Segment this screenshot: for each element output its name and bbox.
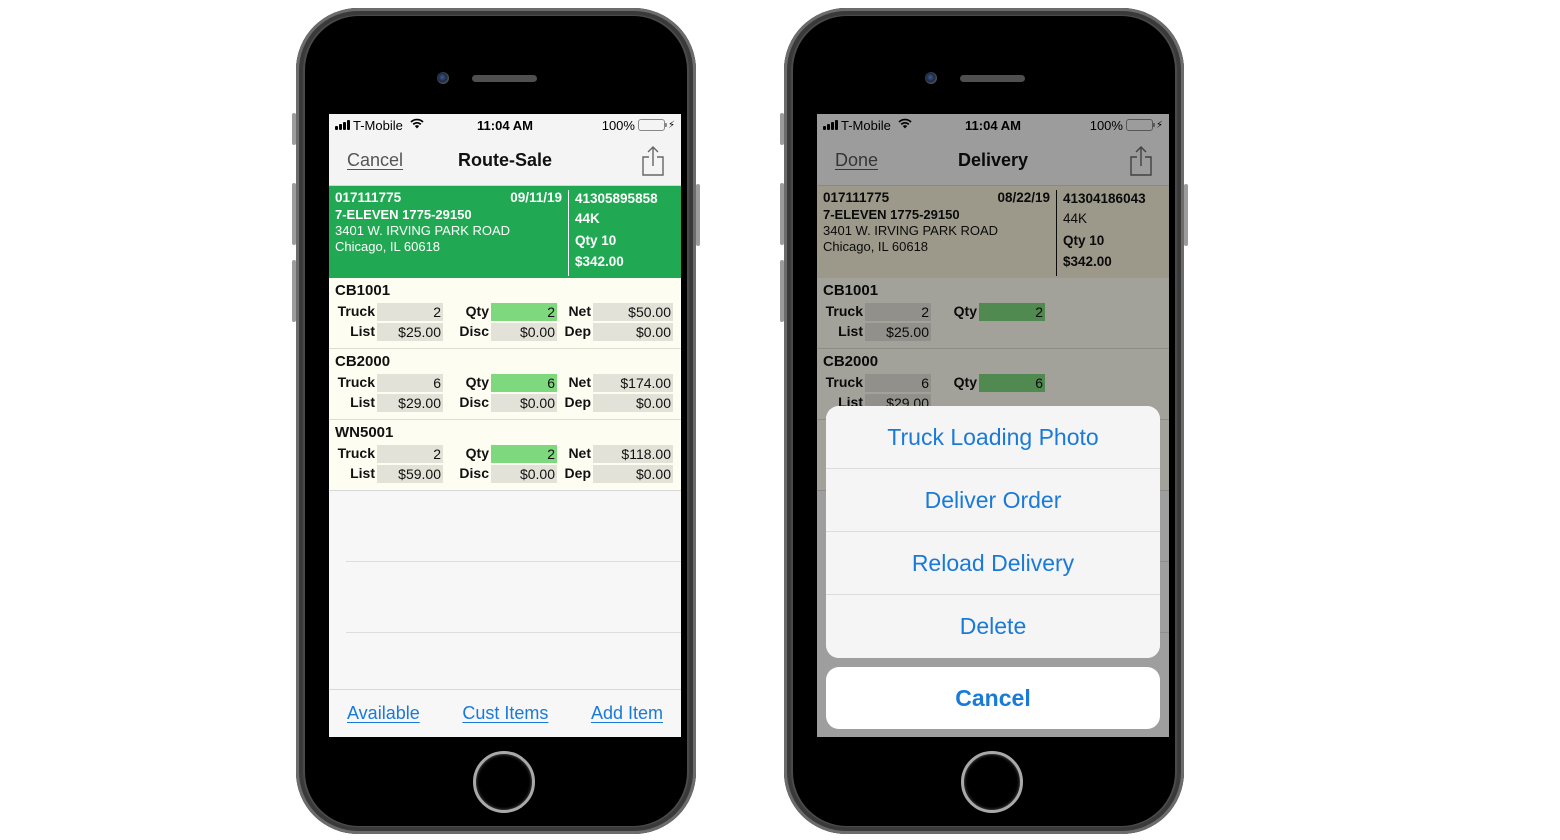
order-header[interactable]: 017111775 09/11/19 7-ELEVEN 1775-29150 3…	[329, 186, 681, 278]
front-camera-icon	[437, 72, 449, 84]
item-sku: CB1001	[335, 282, 391, 299]
mute-switch	[780, 113, 784, 145]
phone-right: T-Mobile 11:04 AM 100% ⚡ Done Delivery 0…	[780, 8, 1188, 834]
order-date: 09/11/19	[510, 190, 562, 205]
home-button[interactable]	[473, 751, 535, 813]
qty-label: Qty	[465, 303, 489, 319]
truck-value: 2	[377, 302, 443, 321]
bottom-toolbar: Available Cust Items Add Item	[329, 689, 681, 737]
truck-loading-photo-button[interactable]: Truck Loading Photo	[826, 406, 1160, 469]
net-value: $50.00	[593, 302, 673, 321]
qty-label: Qty	[465, 445, 489, 461]
phone-left: T-Mobile 11:04 AM 100% ⚡ Cancel Route-Sa…	[292, 8, 700, 834]
carrier-name: T-Mobile	[353, 117, 403, 133]
list-label: List	[350, 323, 375, 339]
qty-label: Qty	[465, 374, 489, 390]
list-item[interactable]: CB1001 Truck 2 Qty 2 Net $50.00 List $25…	[329, 278, 681, 349]
truck-value: 6	[377, 373, 443, 392]
power-button	[1184, 184, 1188, 246]
disc-label: Disc	[459, 394, 489, 410]
earpiece-speaker	[472, 75, 537, 82]
qty-field[interactable]: 2	[491, 302, 557, 321]
row-divider	[346, 632, 681, 633]
truck-value: 2	[377, 444, 443, 463]
charging-bolt-icon: ⚡	[667, 119, 675, 131]
dep-value: $0.00	[593, 322, 673, 341]
list-price: $25.00	[377, 322, 443, 341]
volume-up-button	[292, 183, 296, 245]
item-sku: CB2000	[335, 353, 391, 370]
nav-bar: Cancel Route-Sale	[329, 136, 681, 186]
disc-label: Disc	[459, 323, 489, 339]
item-sku: WN5001	[335, 424, 394, 441]
customer-address: 3401 W. IRVING PARK ROAD	[335, 223, 511, 238]
phone-bezel: T-Mobile 11:04 AM 100% ⚡ Cancel Route-Sa…	[305, 16, 687, 826]
mute-switch	[292, 113, 296, 145]
action-sheet-options: Truck Loading Photo Deliver Order Reload…	[826, 406, 1160, 658]
order-number: 41305895858	[575, 191, 658, 206]
battery-icon	[637, 119, 667, 131]
truck-label: Truck	[337, 303, 375, 319]
empty-list-area	[329, 491, 681, 704]
front-camera-icon	[925, 72, 937, 84]
earpiece-speaker	[960, 75, 1025, 82]
item-list: CB1001 Truck 2 Qty 2 Net $50.00 List $25…	[329, 278, 681, 491]
qty-field[interactable]: 6	[491, 373, 557, 392]
cancel-button[interactable]: Cancel	[347, 150, 403, 171]
route-code: 44K	[575, 211, 600, 226]
net-label: Net	[568, 374, 591, 390]
disc-value: $0.00	[491, 322, 557, 341]
phone-bezel: T-Mobile 11:04 AM 100% ⚡ Done Delivery 0…	[793, 16, 1175, 826]
reload-delivery-button[interactable]: Reload Delivery	[826, 532, 1160, 595]
volume-down-button	[780, 260, 784, 322]
order-total: $342.00	[575, 254, 624, 269]
action-sheet-cancel-button[interactable]: Cancel	[826, 667, 1160, 729]
net-label: Net	[568, 303, 591, 319]
row-divider	[346, 561, 681, 562]
deliver-order-button[interactable]: Deliver Order	[826, 469, 1160, 532]
net-value: $174.00	[593, 373, 673, 392]
dep-value: $0.00	[593, 393, 673, 412]
disc-value: $0.00	[491, 464, 557, 483]
action-sheet: Truck Loading Photo Deliver Order Reload…	[826, 406, 1160, 729]
delete-button[interactable]: Delete	[826, 595, 1160, 658]
net-value: $118.00	[593, 444, 673, 463]
qty-field[interactable]: 2	[491, 444, 557, 463]
volume-down-button	[292, 260, 296, 322]
dep-label: Dep	[564, 394, 591, 410]
available-button[interactable]: Available	[347, 703, 420, 724]
status-bar: T-Mobile 11:04 AM 100% ⚡	[329, 114, 681, 136]
customer-city: Chicago, IL 60618	[335, 239, 441, 254]
disc-label: Disc	[459, 465, 489, 481]
list-price: $59.00	[377, 464, 443, 483]
wifi-icon	[410, 118, 424, 132]
account-number: 017111775	[335, 190, 402, 205]
list-label: List	[350, 465, 375, 481]
add-item-button[interactable]: Add Item	[591, 703, 663, 724]
battery-percent: 100%	[601, 117, 635, 133]
net-label: Net	[568, 445, 591, 461]
dep-value: $0.00	[593, 464, 673, 483]
dep-label: Dep	[564, 465, 591, 481]
delivery-screen: T-Mobile 11:04 AM 100% ⚡ Done Delivery 0…	[817, 114, 1169, 737]
route-sale-screen: T-Mobile 11:04 AM 100% ⚡ Cancel Route-Sa…	[329, 114, 681, 737]
signal-icon	[335, 120, 350, 130]
customer-name: 7-ELEVEN 1775-29150	[335, 207, 472, 222]
truck-label: Truck	[337, 445, 375, 461]
power-button	[696, 184, 700, 246]
dep-label: Dep	[564, 323, 591, 339]
volume-up-button	[780, 183, 784, 245]
cust-items-button[interactable]: Cust Items	[462, 703, 548, 724]
disc-value: $0.00	[491, 393, 557, 412]
carrier-indicator: T-Mobile	[335, 118, 424, 133]
share-icon[interactable]	[641, 146, 665, 176]
list-price: $29.00	[377, 393, 443, 412]
order-qty: Qty 10	[575, 232, 617, 248]
list-item[interactable]: CB2000 Truck 6 Qty 6 Net $174.00 List $2…	[329, 349, 681, 420]
home-button[interactable]	[961, 751, 1023, 813]
list-label: List	[350, 394, 375, 410]
list-item[interactable]: WN5001 Truck 2 Qty 2 Net $118.00 List $5…	[329, 420, 681, 491]
truck-label: Truck	[337, 374, 375, 390]
